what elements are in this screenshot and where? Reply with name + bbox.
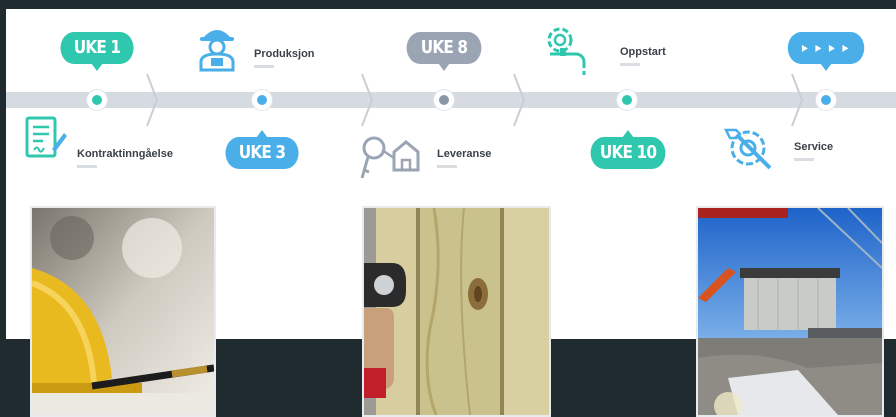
- label-underline: [794, 158, 814, 161]
- label-underline: [254, 65, 274, 68]
- keys-icon: [360, 136, 420, 179]
- contract-icon: [25, 116, 67, 158]
- step-label-kontraktinngaelse: Kontraktinngåelse: [77, 148, 173, 160]
- label-underline: [77, 165, 97, 168]
- week-badge-uke-10: UKE 10: [590, 130, 666, 169]
- hard-hat-photo: [30, 206, 216, 417]
- label-underline: [437, 165, 457, 168]
- chevron-right-icon: [513, 73, 526, 127]
- label-underline: [620, 63, 640, 66]
- chevron-right-icon: [791, 73, 804, 127]
- step-label-oppstart: Oppstart: [620, 46, 666, 58]
- chevron-right-icon: [361, 73, 374, 127]
- wrench-gear-icon: [723, 128, 772, 170]
- gear-faucet-icon: [547, 27, 586, 75]
- step-label-leveranse: Leveranse: [437, 148, 492, 160]
- timeline-dot[interactable]: [617, 90, 637, 110]
- week-badge-arrows: ▸ ▸ ▸ ▸: [787, 32, 865, 71]
- timeline-dot[interactable]: [252, 90, 272, 110]
- timeline-dot[interactable]: [816, 90, 836, 110]
- week-badge-uke-1: UKE 1: [60, 32, 134, 71]
- week-badge-uke-3: UKE 3: [225, 130, 299, 169]
- timeline-dot[interactable]: [434, 90, 454, 110]
- wood-drill-photo: [362, 206, 551, 417]
- worker-icon: [199, 30, 235, 72]
- week-badge-uke-8: UKE 8: [406, 32, 482, 71]
- step-label-produksjon: Produksjon: [254, 48, 315, 60]
- step-label-service: Service: [794, 141, 834, 153]
- timeline-dot[interactable]: [87, 90, 107, 110]
- chevron-right-icon: [146, 73, 159, 127]
- module-lift-photo: [696, 206, 884, 417]
